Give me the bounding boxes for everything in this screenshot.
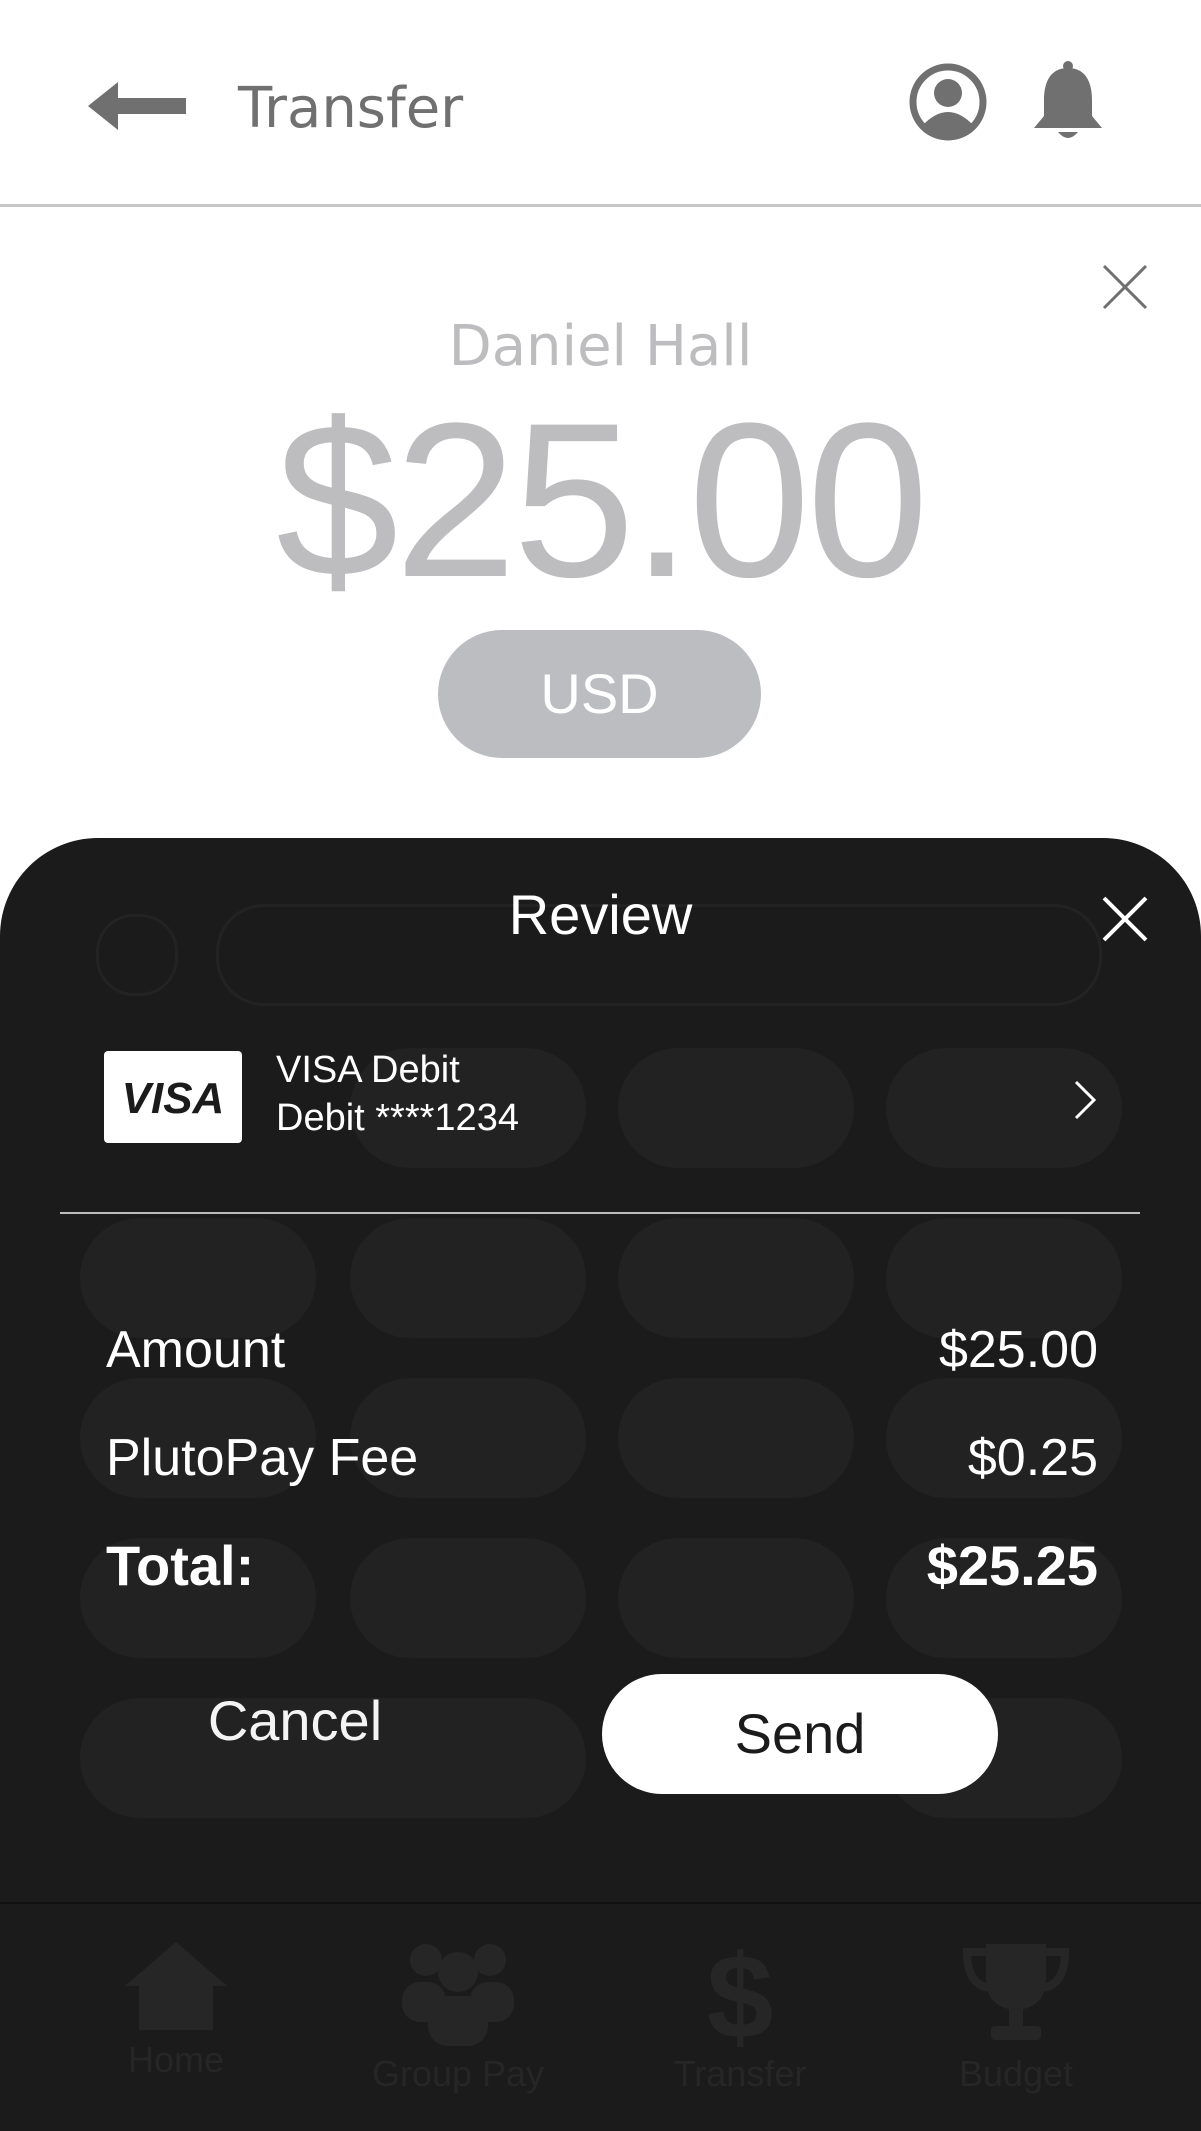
send-button[interactable]: Send xyxy=(602,1674,998,1794)
close-icon xyxy=(1102,264,1148,310)
header-divider xyxy=(0,204,1201,207)
payment-method-row[interactable]: VISA VISA Debit Debit ****1234 xyxy=(60,1038,1140,1148)
nav-item-group-pay[interactable]: Group Pay xyxy=(338,1938,578,2096)
review-sheet: Review VISA VISA Debit Debit ****1234 Am… xyxy=(0,838,1201,2131)
nav-item-transfer[interactable]: $ Transfer xyxy=(620,1938,860,2096)
group-icon xyxy=(402,1944,514,2046)
back-button[interactable] xyxy=(88,74,188,138)
notifications-button[interactable] xyxy=(1028,60,1108,144)
bell-icon xyxy=(1034,61,1102,138)
close-transfer-button[interactable] xyxy=(1100,262,1150,312)
review-title: Review xyxy=(508,883,693,946)
card-name: VISA Debit xyxy=(276,1049,460,1091)
trophy-icon xyxy=(962,1944,1070,2040)
amount-value: $25.00 xyxy=(938,1321,1098,1379)
amount-label: Amount xyxy=(106,1321,286,1379)
svg-text:VISA: VISA xyxy=(122,1074,225,1123)
arrow-left-icon xyxy=(88,82,186,130)
nav-divider xyxy=(0,1902,1201,1904)
nav-label: Budget xyxy=(958,2053,1074,2094)
close-icon xyxy=(1102,896,1148,942)
page-title: Transfer xyxy=(238,76,464,141)
total-label: Total: xyxy=(106,1534,255,1597)
underlying-key xyxy=(618,1218,854,1338)
underlying-key xyxy=(618,1538,854,1658)
chevron-right-icon xyxy=(1074,1080,1097,1120)
transfer-amount: $25.00 xyxy=(276,377,929,623)
card-number: Debit ****1234 xyxy=(276,1097,519,1139)
visa-logo: VISA xyxy=(104,1051,242,1143)
dollar-icon: $ xyxy=(707,1938,774,2048)
underlying-key xyxy=(350,1538,586,1658)
nav-label: Group Pay xyxy=(371,2053,545,2094)
fee-value: $0.25 xyxy=(967,1429,1098,1487)
currency-selector[interactable]: USD xyxy=(438,630,761,758)
nav-label: Home xyxy=(127,2039,225,2080)
account-button[interactable] xyxy=(908,62,988,142)
svg-text:$: $ xyxy=(707,1938,774,2048)
underlying-key xyxy=(350,1218,586,1338)
nav-label: Transfer xyxy=(673,2053,807,2094)
nav-item-home[interactable]: Home xyxy=(56,1938,296,2082)
nav-item-budget[interactable]: Budget xyxy=(896,1938,1136,2096)
recipient-name: Daniel Hall xyxy=(448,314,753,379)
home-icon xyxy=(125,1942,227,2030)
close-review-button[interactable] xyxy=(1100,894,1150,944)
underlying-key xyxy=(618,1378,854,1498)
fee-label: PlutoPay Fee xyxy=(106,1429,419,1487)
cancel-button[interactable]: Cancel xyxy=(150,1666,440,1776)
section-divider xyxy=(60,1212,1140,1214)
total-value: $25.25 xyxy=(926,1534,1098,1597)
account-icon xyxy=(909,63,987,141)
